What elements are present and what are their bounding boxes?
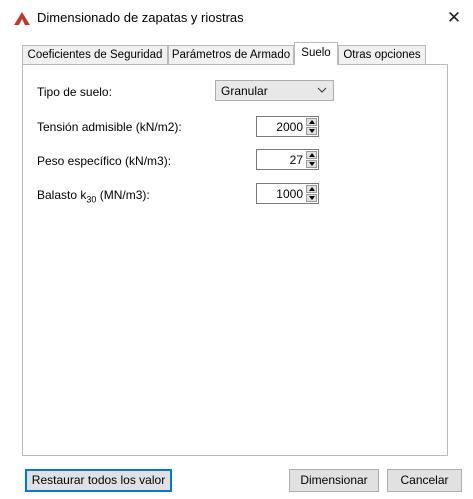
peso-especifico-input[interactable] (257, 150, 305, 169)
chevron-down-icon (317, 87, 327, 93)
tension-up-button[interactable] (306, 118, 317, 126)
balasto-input[interactable] (257, 184, 305, 203)
arrow-up-icon (309, 120, 315, 124)
arrow-down-icon (309, 196, 315, 200)
tab-coeficientes-de-seguridad[interactable]: Coeficientes de Seguridad (22, 45, 168, 64)
tipo-suelo-select[interactable]: Granular (215, 80, 334, 101)
restore-defaults-button[interactable]: Restaurar todos los valor (25, 469, 172, 492)
balasto-down-button[interactable] (306, 194, 317, 202)
suelo-panel: Tipo de suelo: Granular Tensión admisibl… (22, 64, 448, 456)
tab-suelo[interactable]: Suelo (294, 42, 338, 65)
tension-admisible-label: Tensión admisible (kN/m2): (37, 120, 182, 134)
tipo-suelo-value: Granular (221, 84, 268, 98)
app-logo-icon (14, 12, 30, 25)
arrow-down-icon (309, 129, 315, 133)
tab-parametros-de-armado[interactable]: Parámetros de Armado (168, 45, 294, 64)
tension-admisible-spinner (256, 116, 319, 137)
balasto-label: Balasto k30 (MN/m3): (37, 188, 150, 204)
peso-especifico-label: Peso específico (kN/m3): (37, 154, 172, 168)
arrow-up-icon (309, 187, 315, 191)
tension-down-button[interactable] (306, 127, 317, 135)
tension-admisible-input[interactable] (257, 117, 305, 136)
peso-especifico-spinner (256, 149, 319, 170)
balasto-label-subscript: 30 (86, 194, 97, 205)
arrow-up-icon (309, 153, 315, 157)
balasto-label-text: Balasto k (37, 188, 87, 202)
balasto-spinner (256, 183, 319, 204)
dimension-button[interactable]: Dimensionar (289, 469, 379, 492)
balasto-up-button[interactable] (306, 185, 317, 193)
peso-down-button[interactable] (306, 160, 317, 168)
tipo-suelo-label: Tipo de suelo: (37, 85, 112, 99)
peso-up-button[interactable] (306, 151, 317, 159)
tab-otras-opciones[interactable]: Otras opciones (338, 45, 426, 64)
balasto-label-units: (MN/m3): (96, 188, 150, 202)
close-button[interactable]: ✕ (437, 2, 471, 34)
window-title: Dimensionado de zapatas y riostras (37, 10, 244, 25)
arrow-down-icon (309, 162, 315, 166)
cancel-button[interactable]: Cancelar (387, 469, 462, 492)
title-bar: Dimensionado de zapatas y riostras ✕ (0, 0, 473, 34)
